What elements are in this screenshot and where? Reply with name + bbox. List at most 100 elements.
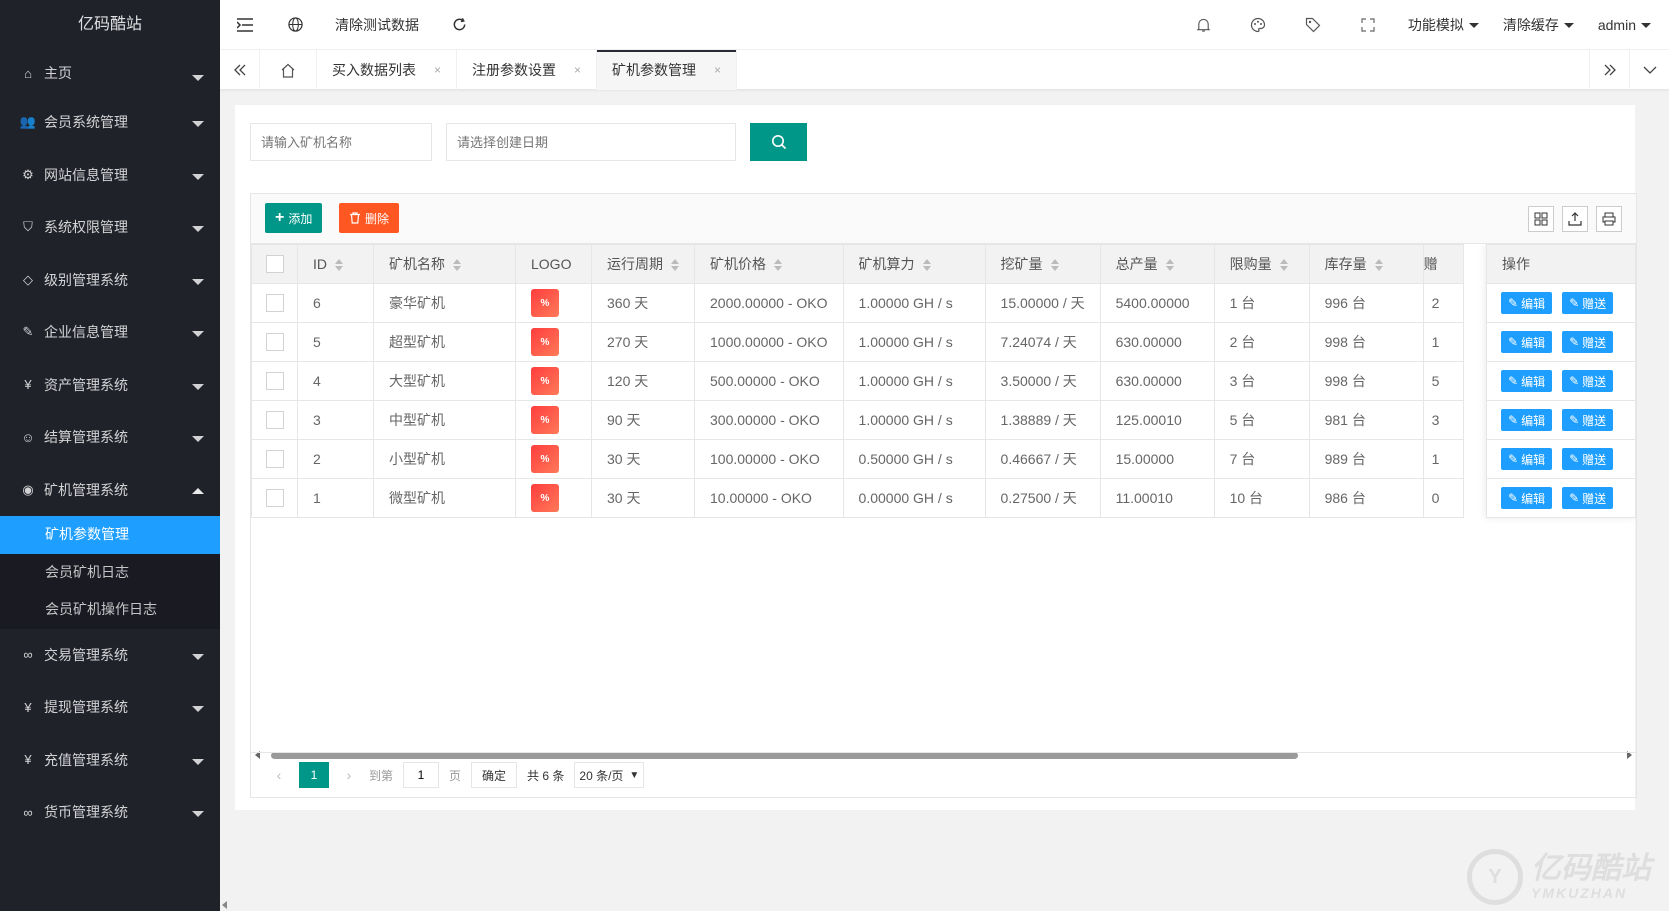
delete-button[interactable]: 删除 bbox=[339, 203, 400, 233]
export-icon[interactable] bbox=[1562, 206, 1588, 232]
refresh-icon[interactable] bbox=[434, 0, 484, 50]
column-header-7[interactable]: 挖矿量 bbox=[984, 244, 1101, 284]
search-button[interactable] bbox=[750, 123, 807, 161]
columns-filter-icon[interactable] bbox=[1528, 206, 1554, 232]
row-checkbox[interactable] bbox=[265, 489, 284, 508]
sort-icon[interactable] bbox=[922, 259, 931, 272]
column-header-1[interactable]: ID bbox=[297, 244, 374, 284]
print-icon[interactable] bbox=[1596, 206, 1622, 232]
edit-button[interactable]: ✎ 编辑 bbox=[1501, 448, 1553, 470]
notification-bell-icon[interactable] bbox=[1176, 0, 1231, 50]
column-header-4[interactable]: 运行周期 bbox=[591, 244, 695, 284]
add-button[interactable]: + 添加 bbox=[265, 203, 323, 233]
current-page-button[interactable]: 1 bbox=[299, 762, 329, 788]
close-icon[interactable]: × bbox=[434, 63, 441, 77]
sort-icon[interactable] bbox=[1050, 259, 1059, 272]
close-icon[interactable]: × bbox=[714, 63, 721, 77]
gift-label: 赠送 bbox=[1582, 452, 1607, 467]
sidebar-item-10[interactable]: ∞ 交易管理系统 bbox=[0, 629, 220, 682]
gift-button[interactable]: ✎ 赠送 bbox=[1562, 409, 1614, 431]
page-horizontal-scrollbar[interactable] bbox=[220, 899, 1669, 911]
tab-register-params[interactable]: 注册参数设置 × bbox=[457, 50, 598, 90]
website-globe-icon[interactable] bbox=[270, 0, 320, 50]
column-header-11[interactable]: 赠 bbox=[1422, 244, 1464, 284]
sidebar-item-3[interactable]: ⚙ 网站信息管理 bbox=[0, 149, 220, 202]
column-header-10[interactable]: 库存量 bbox=[1308, 244, 1424, 284]
sidebar-item-12[interactable]: ¥ 充值管理系统 bbox=[0, 734, 220, 787]
sort-icon[interactable] bbox=[1279, 259, 1288, 272]
table-cell: 1 bbox=[297, 478, 374, 518]
edit-button[interactable]: ✎ 编辑 bbox=[1501, 331, 1553, 353]
select-all-checkbox[interactable] bbox=[265, 255, 284, 274]
tabs-menu-chevron-down-icon[interactable] bbox=[1629, 50, 1669, 90]
sidebar-item-4[interactable]: ⛉ 系统权限管理 bbox=[0, 201, 220, 254]
submenu-item-1[interactable]: 矿机参数管理 bbox=[0, 516, 220, 554]
gift-button[interactable]: ✎ 赠送 bbox=[1562, 292, 1614, 314]
gift-button[interactable]: ✎ 赠送 bbox=[1562, 370, 1614, 392]
tabs-scroll-right-icon[interactable] bbox=[1589, 50, 1629, 90]
edit-button[interactable]: ✎ 编辑 bbox=[1501, 292, 1553, 314]
sidebar-item-1[interactable]: ⌂ 主页 bbox=[0, 50, 220, 96]
menu-toggle-icon[interactable] bbox=[220, 0, 270, 50]
sort-icon[interactable] bbox=[1374, 259, 1383, 272]
submenu-item-3[interactable]: 会员矿机操作日志 bbox=[0, 591, 220, 629]
edit-button[interactable]: ✎ 编辑 bbox=[1501, 370, 1553, 392]
sort-icon[interactable] bbox=[453, 259, 461, 272]
create-date-input[interactable] bbox=[446, 123, 736, 161]
column-header-5[interactable]: 矿机价格 bbox=[694, 244, 844, 284]
submenu-item-2[interactable]: 会员矿机日志 bbox=[0, 554, 220, 592]
sidebar-item-6[interactable]: ✎ 企业信息管理 bbox=[0, 306, 220, 359]
clear-test-data-button[interactable]: 清除测试数据 bbox=[320, 0, 434, 50]
table-cell: 10 台 bbox=[1213, 478, 1310, 518]
sort-icon[interactable] bbox=[671, 259, 679, 272]
table-toolbar: + 添加 删除 bbox=[251, 194, 1636, 244]
tag-icon[interactable] bbox=[1286, 0, 1341, 50]
goto-page-input[interactable] bbox=[403, 762, 440, 788]
row-checkbox[interactable] bbox=[265, 411, 284, 430]
gift-button[interactable]: ✎ 赠送 bbox=[1562, 487, 1614, 509]
sidebar-item-5[interactable]: ◇ 级别管理系统 bbox=[0, 254, 220, 307]
miner-name-input[interactable] bbox=[250, 123, 432, 161]
clear-cache-dropdown[interactable]: 清除缓存 bbox=[1491, 0, 1586, 50]
edit-button[interactable]: ✎ 编辑 bbox=[1501, 487, 1553, 509]
row-checkbox[interactable] bbox=[265, 450, 284, 469]
per-page-select[interactable]: 20 条/页 ▼ bbox=[574, 762, 645, 788]
sidebar-item-8[interactable]: ☺ 结算管理系统 bbox=[0, 411, 220, 464]
row-checkbox[interactable] bbox=[265, 294, 284, 313]
sort-icon[interactable] bbox=[1165, 259, 1174, 272]
column-header-8[interactable]: 总产量 bbox=[1099, 244, 1215, 284]
column-header-3[interactable]: LOGO bbox=[515, 244, 592, 284]
prev-page-icon[interactable]: ‹ bbox=[265, 762, 293, 788]
scroll-left-arrow-icon[interactable] bbox=[222, 901, 227, 909]
gift-button[interactable]: ✎ 赠送 bbox=[1562, 331, 1614, 353]
column-header-2[interactable]: 矿机名称 bbox=[373, 244, 516, 284]
sidebar-item-9[interactable]: ◉ 矿机管理系统 bbox=[0, 464, 220, 517]
column-header-9[interactable]: 限购量 bbox=[1213, 244, 1310, 284]
close-icon[interactable]: × bbox=[574, 63, 581, 77]
sidebar-item-7[interactable]: ¥ 资产管理系统 bbox=[0, 359, 220, 412]
row-checkbox[interactable] bbox=[265, 333, 284, 352]
sidebar-item-2[interactable]: 👥 会员系统管理 bbox=[0, 96, 220, 149]
row-checkbox[interactable] bbox=[265, 372, 284, 391]
theme-palette-icon[interactable] bbox=[1231, 0, 1286, 50]
fullscreen-icon[interactable] bbox=[1341, 0, 1396, 50]
operation-row: ✎ 编辑 ✎ 赠送 bbox=[1486, 283, 1636, 323]
table-cell: 630.00000 bbox=[1099, 361, 1215, 401]
app-logo[interactable]: 亿码酷站 bbox=[0, 0, 220, 50]
edit-button[interactable]: ✎ 编辑 bbox=[1501, 409, 1553, 431]
next-page-icon[interactable]: › bbox=[335, 762, 363, 788]
tabs-scroll-left-icon[interactable] bbox=[220, 50, 260, 90]
table-cell: 3 bbox=[1422, 400, 1464, 440]
user-menu-dropdown[interactable]: admin bbox=[1586, 0, 1669, 50]
tab-miner-params[interactable]: 矿机参数管理 × bbox=[597, 50, 738, 90]
sidebar-item-13[interactable]: ∞ 货币管理系统 bbox=[0, 786, 220, 839]
gift-button[interactable]: ✎ 赠送 bbox=[1562, 448, 1614, 470]
function-simulate-dropdown[interactable]: 功能模拟 bbox=[1396, 0, 1491, 50]
sort-icon[interactable] bbox=[335, 259, 343, 272]
tab-home[interactable] bbox=[260, 50, 317, 90]
tab-buy-data-list[interactable]: 买入数据列表 × bbox=[317, 50, 458, 90]
sort-icon[interactable] bbox=[774, 259, 782, 272]
sidebar-item-11[interactable]: ¥ 提现管理系统 bbox=[0, 681, 220, 734]
column-header-6[interactable]: 矿机算力 bbox=[842, 244, 986, 284]
goto-confirm-button[interactable]: 确定 bbox=[471, 762, 518, 788]
